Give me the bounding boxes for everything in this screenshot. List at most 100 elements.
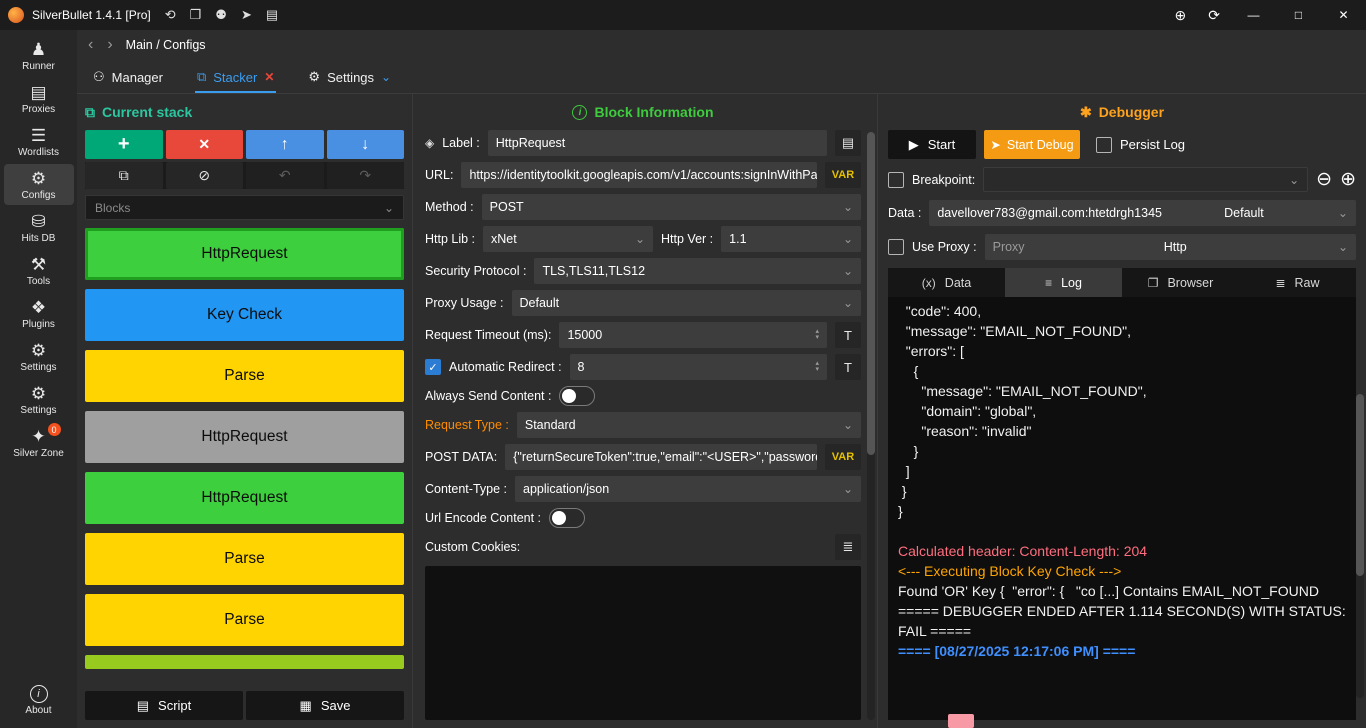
capture-icon[interactable]: ❐ — [190, 7, 202, 23]
minimize-button[interactable]: — — [1231, 0, 1276, 30]
stack-block[interactable]: HttpRequest — [85, 411, 404, 463]
maximize-button[interactable]: □ — [1276, 0, 1321, 30]
history-icon[interactable]: ⟲ — [165, 7, 176, 23]
scrollbar-thumb[interactable] — [1356, 394, 1364, 576]
data-input[interactable]: davellover783@gmail.com:htetdrgh1345 Def… — [929, 200, 1356, 226]
telegram-icon[interactable]: ➤ — [241, 7, 252, 23]
add-breakpoint-button[interactable]: ⊕ — [1340, 170, 1356, 189]
sync-icon[interactable]: ⟳ — [1197, 7, 1231, 24]
post-data-input[interactable]: {"returnSecureToken":true,"email":"<USER… — [505, 444, 817, 470]
back-icon[interactable]: ‹ — [81, 36, 100, 54]
number-spinner[interactable]: ▴ ▾ — [809, 329, 819, 341]
clone-block-button[interactable]: ⧉ — [85, 162, 163, 189]
sidebar-item-settings[interactable]: ⚙ Settings — [4, 336, 74, 377]
stack-block[interactable]: Parse — [85, 533, 404, 585]
move-down-button[interactable]: ↓ — [327, 130, 405, 159]
start-button[interactable]: ▶ Start — [888, 130, 976, 159]
blocks-dropdown[interactable]: Blocks ⌄ — [85, 195, 404, 220]
stack-block[interactable]: Key Check — [85, 289, 404, 341]
http-lib-select[interactable]: xNet ⌄ — [483, 226, 653, 252]
manager-icon: ⚇ — [93, 69, 105, 85]
tag-icon: ◈ — [425, 136, 434, 150]
persist-log-checkbox[interactable] — [1096, 137, 1112, 153]
remove-breakpoint-button[interactable]: ⊖ — [1316, 170, 1332, 189]
url-encode-row: Url Encode Content : — [425, 508, 861, 528]
sidebar-item-plugins[interactable]: ❖ Plugins — [4, 293, 74, 334]
custom-cookies-textarea[interactable] — [425, 566, 861, 720]
stack-block[interactable]: HttpRequest — [85, 228, 404, 280]
save-button[interactable]: ▦ Save — [246, 691, 404, 720]
debug-tab-data[interactable]: (x) Data — [888, 268, 1005, 297]
stack-block[interactable]: Parse — [85, 594, 404, 646]
request-type-label: Request Type : — [425, 418, 509, 432]
tab-manager[interactable]: ⚇ Manager — [91, 63, 165, 93]
tab-settings[interactable]: ⚙ Settings ⌄ — [306, 63, 393, 93]
label-notes-button[interactable]: ▤ — [835, 130, 861, 156]
url-input[interactable]: https://identitytoolkit.googleapis.com/v… — [461, 162, 817, 188]
content-type-select[interactable]: application/json ⌄ — [515, 476, 861, 502]
disable-block-button[interactable]: ⊘ — [166, 162, 244, 189]
add-block-button[interactable]: + — [85, 130, 163, 159]
debug-tab-browser[interactable]: ❐ Browser — [1122, 268, 1239, 297]
move-up-button[interactable]: ↑ — [246, 130, 324, 159]
debug-log[interactable]: "code": 400, "message": "EMAIL_NOT_FOUND… — [888, 297, 1356, 720]
discord-icon[interactable]: ⚉ — [215, 7, 227, 23]
proxy-type[interactable]: Http — [1164, 240, 1193, 254]
sidebar-item-about[interactable]: i About — [4, 680, 74, 720]
number-spinner[interactable]: ▴ ▾ — [809, 361, 819, 373]
remove-block-button[interactable]: ✕ — [166, 130, 244, 159]
close-button[interactable]: ✕ — [1321, 0, 1366, 30]
request-timeout-input[interactable]: 15000 ▴ ▾ — [559, 322, 827, 348]
debugger-title: Debugger — [1099, 104, 1164, 120]
always-send-content-toggle[interactable] — [559, 386, 595, 406]
post-data-var-button[interactable]: VAR — [825, 444, 861, 470]
stack-block[interactable]: Parse — [85, 350, 404, 402]
sidebar-item-settings-core[interactable]: ⚙ Settings — [4, 379, 74, 420]
start-debug-button[interactable]: ➤ Start Debug — [984, 130, 1080, 159]
stack-block[interactable]: HttpRequest — [85, 472, 404, 524]
request-timeout-type-button[interactable]: T — [835, 322, 861, 348]
url-encode-toggle[interactable] — [549, 508, 585, 528]
automatic-redirect-input[interactable]: 8 ▴ ▾ — [570, 354, 827, 380]
url-label: URL: — [425, 168, 453, 182]
undo-button[interactable]: ↶ — [246, 162, 324, 189]
request-type-select[interactable]: Standard ⌄ — [517, 412, 861, 438]
proxy-usage-select[interactable]: Default ⌄ — [512, 290, 861, 316]
network-icon[interactable]: ⊕ — [1164, 7, 1198, 24]
data-wordlist-type[interactable]: Default — [1224, 206, 1270, 220]
debug-tab-log[interactable]: ≡ Log — [1005, 268, 1122, 297]
breakpoint-checkbox[interactable] — [888, 172, 904, 188]
redo-button[interactable]: ↷ — [327, 162, 405, 189]
label-input[interactable]: HttpRequest — [488, 130, 827, 156]
method-select[interactable]: POST ⌄ — [482, 194, 861, 220]
sidebar-item-runner[interactable]: ♟ Runner — [4, 35, 74, 76]
http-ver-select[interactable]: 1.1 ⌄ — [721, 226, 861, 252]
block-info-scrollbar[interactable] — [867, 132, 875, 720]
stack-block[interactable] — [85, 655, 404, 669]
sidebar-item-configs[interactable]: ⚙ Configs — [4, 164, 74, 205]
tab-close-icon[interactable]: ✕ — [264, 70, 274, 84]
custom-cookies-list-button[interactable]: ≣ — [835, 534, 861, 560]
security-protocol-select[interactable]: TLS,TLS11,TLS12 ⌄ — [534, 258, 861, 284]
sidebar-item-silver-zone[interactable]: 0 ✦ Silver Zone — [4, 422, 74, 463]
url-var-button[interactable]: VAR — [825, 162, 861, 188]
proxy-input[interactable]: Proxy Http ⌄ — [985, 234, 1356, 260]
use-proxy-checkbox[interactable] — [888, 239, 904, 255]
sidebar-item-label: Settings — [20, 405, 56, 416]
sidebar-item-wordlists[interactable]: ☰ Wordlists — [4, 121, 74, 162]
log-scrollbar[interactable] — [1356, 394, 1364, 698]
sidebar-item-hits-db[interactable]: ⛁ Hits DB — [4, 207, 74, 248]
debug-tab-raw[interactable]: ≣ Raw — [1239, 268, 1356, 297]
automatic-redirect-type-button[interactable]: T — [835, 354, 861, 380]
stack-blocks: HttpRequest Key Check Parse HttpRequest Http… — [85, 228, 404, 685]
forward-icon[interactable]: › — [100, 36, 119, 54]
breakpoint-select[interactable]: ⌄ — [983, 167, 1308, 192]
chevron-down-icon[interactable]: ⌄ — [381, 70, 391, 84]
tab-stacker[interactable]: ⧉ Stacker ✕ — [195, 63, 276, 93]
script-button[interactable]: ▤ Script — [85, 691, 243, 720]
notes-icon[interactable]: ▤ — [266, 7, 278, 23]
sidebar-item-proxies[interactable]: ▤ Proxies — [4, 78, 74, 119]
scrollbar-thumb[interactable] — [867, 132, 875, 455]
automatic-redirect-checkbox[interactable]: ✓ — [425, 359, 441, 375]
sidebar-item-tools[interactable]: ⚒ Tools — [4, 250, 74, 291]
